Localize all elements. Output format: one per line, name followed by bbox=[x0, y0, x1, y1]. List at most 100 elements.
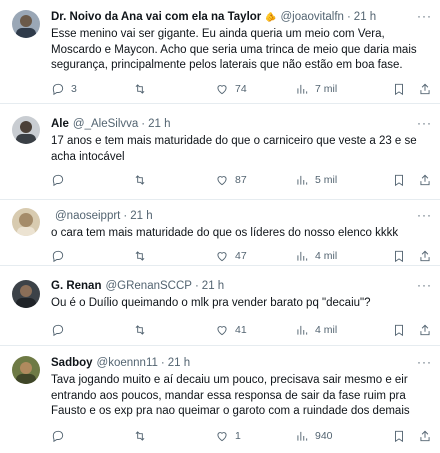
retweet-icon bbox=[135, 251, 145, 261]
more-options-icon[interactable]: ··· bbox=[417, 9, 432, 23]
action-bar: 1 940 bbox=[51, 428, 432, 444]
display-name[interactable]: Ale bbox=[51, 118, 69, 130]
separator-dot: · bbox=[346, 11, 351, 23]
display-name[interactable]: Sadboy bbox=[51, 357, 93, 369]
timestamp[interactable]: 21 h bbox=[168, 357, 190, 369]
reply-icon bbox=[52, 83, 64, 96]
reply-button[interactable] bbox=[51, 249, 71, 263]
tweet-text: Tava jogando muito e aí decaiu um pouco,… bbox=[51, 374, 410, 417]
views-button[interactable]: 5 mil bbox=[295, 173, 337, 187]
tweet-text: o cara tem mais maturidade do que os líd… bbox=[51, 227, 399, 239]
separator-dot: · bbox=[123, 210, 128, 222]
username[interactable]: @koennn11 bbox=[97, 357, 158, 369]
tweet-text: Ou é o Duílio queimando o mlk pra vender… bbox=[51, 297, 371, 309]
like-button[interactable]: 87 bbox=[215, 173, 247, 187]
view-count: 4 mil bbox=[315, 324, 338, 336]
tweet-text: 17 anos e tem mais maturidade do que o c… bbox=[51, 135, 417, 163]
username[interactable]: @_AleSilvva bbox=[73, 118, 138, 130]
like-button[interactable]: 41 bbox=[215, 323, 247, 337]
separator-dot: · bbox=[160, 357, 165, 369]
bookmark-icon bbox=[395, 83, 403, 96]
retweet-button[interactable] bbox=[133, 82, 153, 96]
share-icon bbox=[420, 174, 430, 186]
views-button[interactable]: 4 mil bbox=[295, 249, 337, 263]
retweet-icon bbox=[135, 84, 145, 94]
reply-button[interactable]: 3 bbox=[51, 82, 77, 96]
like-count: 41 bbox=[235, 324, 247, 336]
tweet[interactable]: Ale @_AleSilvva · 21 h ··· 17 anos e tem… bbox=[0, 104, 440, 200]
name-emoji: 🫵 bbox=[265, 11, 277, 22]
like-count: 87 bbox=[235, 174, 247, 186]
share-button[interactable] bbox=[418, 173, 432, 187]
username[interactable]: @naoseipprt bbox=[55, 210, 120, 222]
timestamp[interactable]: 21 h bbox=[202, 280, 224, 292]
reply-button[interactable] bbox=[51, 173, 71, 187]
share-button[interactable] bbox=[418, 82, 432, 96]
share-button[interactable] bbox=[418, 323, 432, 337]
heart-icon bbox=[217, 326, 227, 336]
more-options-icon[interactable]: ··· bbox=[417, 116, 432, 130]
timestamp[interactable]: 21 h bbox=[130, 210, 152, 222]
more-options-icon[interactable]: ··· bbox=[417, 355, 432, 369]
views-button[interactable]: 4 mil bbox=[295, 323, 337, 337]
like-count: 74 bbox=[235, 83, 247, 95]
action-bar: 41 4 mil bbox=[51, 322, 432, 338]
avatar[interactable] bbox=[12, 356, 40, 384]
reply-icon bbox=[52, 430, 64, 443]
username[interactable]: @joaovitalfn bbox=[280, 11, 343, 23]
retweet-button[interactable] bbox=[133, 173, 153, 187]
username[interactable]: @GRenanSCCP bbox=[105, 280, 191, 292]
more-options-icon[interactable]: ··· bbox=[417, 278, 432, 292]
retweet-button[interactable] bbox=[133, 249, 153, 263]
share-icon bbox=[420, 250, 430, 262]
bookmark-button[interactable] bbox=[392, 249, 406, 263]
views-button[interactable]: 940 bbox=[295, 429, 333, 443]
like-button[interactable]: 1 bbox=[215, 429, 241, 443]
tweet-text: Esse menino vai ser gigante. Eu ainda qu… bbox=[51, 28, 417, 71]
share-icon bbox=[420, 430, 430, 442]
bookmark-icon bbox=[395, 324, 403, 337]
view-count: 5 mil bbox=[315, 174, 338, 186]
tweet[interactable]: Dr. Noivo da Ana vai com ela na Taylor 🫵… bbox=[0, 0, 440, 104]
reply-button[interactable] bbox=[51, 429, 71, 443]
reply-feed: Dr. Noivo da Ana vai com ela na Taylor 🫵… bbox=[0, 0, 440, 453]
avatar[interactable] bbox=[12, 208, 40, 236]
bookmark-icon bbox=[395, 250, 403, 263]
action-bar: 87 5 mil bbox=[51, 172, 432, 188]
avatar[interactable] bbox=[12, 116, 40, 144]
view-count: 7 mil bbox=[315, 83, 338, 95]
like-button[interactable]: 47 bbox=[215, 249, 247, 263]
display-name[interactable]: Dr. Noivo da Ana vai com ela na Taylor bbox=[51, 11, 261, 23]
timestamp[interactable]: 21 h bbox=[354, 11, 376, 23]
tweet[interactable]: Sadboy @koennn11 · 21 h ··· Tava jogando… bbox=[0, 346, 440, 453]
retweet-icon bbox=[135, 325, 145, 335]
separator-dot: · bbox=[194, 280, 199, 292]
avatar[interactable] bbox=[12, 280, 40, 308]
action-bar: 3 74 7 mil bbox=[51, 81, 432, 97]
more-options-icon[interactable]: ··· bbox=[417, 208, 432, 222]
bookmark-button[interactable] bbox=[392, 82, 406, 96]
bookmark-button[interactable] bbox=[392, 429, 406, 443]
retweet-button[interactable] bbox=[133, 429, 153, 443]
display-name[interactable]: G. Renan bbox=[51, 280, 101, 292]
share-icon bbox=[420, 324, 430, 336]
share-button[interactable] bbox=[418, 249, 432, 263]
view-count: 4 mil bbox=[315, 250, 338, 262]
analytics-icon bbox=[297, 175, 308, 185]
avatar[interactable] bbox=[12, 10, 40, 38]
analytics-icon bbox=[297, 251, 308, 261]
like-count: 1 bbox=[235, 430, 241, 442]
tweet[interactable]: @naoseipprt · 21 h ··· o cara tem mais m… bbox=[0, 200, 440, 266]
analytics-icon bbox=[297, 431, 308, 441]
share-button[interactable] bbox=[418, 429, 432, 443]
analytics-icon bbox=[297, 325, 308, 335]
reply-button[interactable] bbox=[51, 323, 71, 337]
retweet-button[interactable] bbox=[133, 323, 153, 337]
views-button[interactable]: 7 mil bbox=[295, 82, 337, 96]
timestamp[interactable]: 21 h bbox=[148, 118, 170, 130]
heart-icon bbox=[217, 252, 227, 262]
like-button[interactable]: 74 bbox=[215, 82, 247, 96]
tweet[interactable]: G. Renan @GRenanSCCP · 21 h ··· Ou é o D… bbox=[0, 266, 440, 346]
bookmark-button[interactable] bbox=[392, 173, 406, 187]
bookmark-button[interactable] bbox=[392, 323, 406, 337]
